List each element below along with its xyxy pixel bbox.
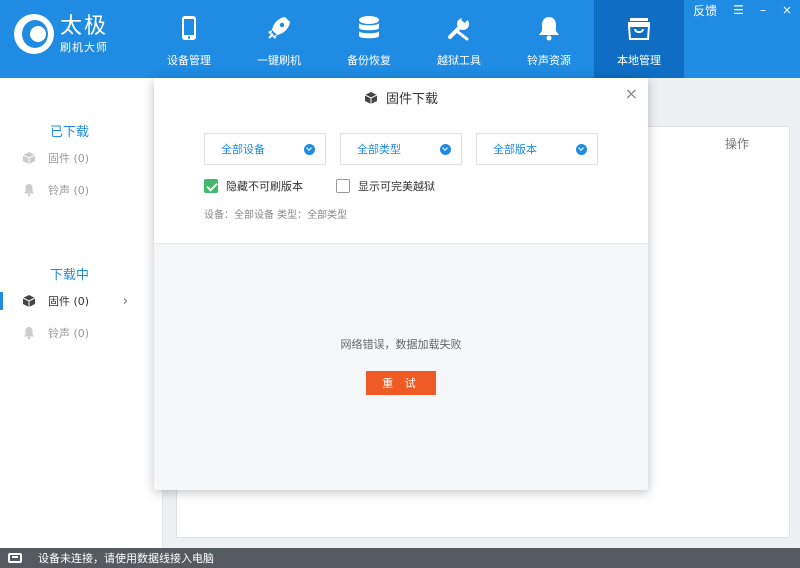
chevron-down-icon [440, 144, 451, 155]
close-icon[interactable]: × [625, 86, 638, 102]
type-select-value: 全部类型 [357, 143, 401, 156]
nav-label: 设备管理 [167, 54, 211, 67]
box-icon [364, 91, 378, 104]
sidebar-item-downloading-firmware[interactable]: 固件 (0) › [22, 291, 142, 311]
database-icon [355, 14, 383, 42]
downloaded-section-title: 已下载 [50, 125, 90, 140]
nav-label: 本地管理 [617, 54, 661, 67]
nav-label: 备份恢复 [347, 54, 391, 67]
nav-device-management[interactable]: 设备管理 [144, 0, 234, 78]
cable-icon [8, 553, 22, 563]
box-icon [22, 295, 36, 307]
active-indicator [0, 292, 3, 310]
logo-title: 太极 [60, 13, 109, 39]
bag-icon [625, 14, 653, 42]
checkbox-label: 隐藏不可刷版本 [226, 180, 303, 193]
show-perfect-jailbreak-checkbox[interactable]: 显示可完美越狱 [336, 178, 435, 194]
connection-status: 设备未连接，请使用数据线接入电脑 [38, 552, 214, 565]
sidebar-item-downloaded-firmware[interactable]: 固件 (0) [22, 148, 142, 168]
bell-icon [24, 184, 34, 197]
window-controls: 反馈 ☰ – × [685, 0, 800, 20]
rocket-icon [265, 14, 293, 42]
nav-one-click-flash[interactable]: 一键刷机 [234, 0, 324, 78]
error-message: 网络错误，数据加载失败 [340, 338, 462, 351]
nav-label: 越狱工具 [437, 54, 481, 67]
type-select[interactable]: 全部类型 [340, 133, 462, 165]
downloading-section-title: 下载中 [50, 268, 90, 283]
menu-icon[interactable]: ☰ [725, 3, 752, 17]
column-header-action: 操作 [724, 137, 749, 151]
close-window-button[interactable]: × [774, 3, 800, 17]
retry-button[interactable]: 重 试 [366, 371, 436, 395]
checkbox-label: 显示可完美越狱 [358, 180, 435, 193]
device-select-value: 全部设备 [221, 143, 265, 156]
nav-backup-restore[interactable]: 备份恢复 [324, 0, 414, 78]
nav-jailbreak-tools[interactable]: 越狱工具 [414, 0, 504, 78]
dialog-title: 固件下载 [154, 88, 648, 107]
chevron-down-icon [304, 144, 315, 155]
sidebar-item-downloaded-ringtone[interactable]: 铃声 (0) [22, 180, 142, 200]
bell-icon [535, 14, 563, 42]
hide-unflashable-checkbox[interactable]: 隐藏不可刷版本 [204, 178, 303, 194]
nav-ringtone-resources[interactable]: 铃声资源 [504, 0, 594, 78]
firmware-download-dialog: 固件下载 × 全部设备 全部类型 全部版本 隐藏不可刷版本 显示可完美越狱 设备… [154, 78, 648, 490]
phone-icon [175, 14, 203, 42]
box-icon [22, 152, 36, 164]
device-select[interactable]: 全部设备 [204, 133, 326, 165]
version-select[interactable]: 全部版本 [476, 133, 598, 165]
filter-summary: 设备：全部设备 类型：全部类型 [204, 210, 348, 221]
main-nav: 设备管理 一键刷机 备份恢复 越狱工具 铃声资源 本地管理 [144, 0, 684, 78]
checkbox-unchecked-icon [336, 179, 350, 193]
sidebar-item-label: 铃声 (0) [48, 184, 90, 197]
bell-icon [24, 327, 34, 340]
status-bar: 设备未连接，请使用数据线接入电脑 [0, 548, 800, 568]
minimize-button[interactable]: – [752, 3, 774, 17]
chevron-down-icon [576, 144, 587, 155]
checkbox-checked-icon [204, 179, 218, 193]
nav-local-management[interactable]: 本地管理 [594, 0, 684, 78]
firmware-list-area: 网络错误，数据加载失败 重 试 [154, 243, 648, 490]
sidebar-item-label: 固件 (0) [48, 295, 90, 308]
sidebar-item-label: 铃声 (0) [48, 327, 90, 340]
chevron-right-icon: › [122, 293, 128, 309]
dialog-title-text: 固件下载 [385, 92, 438, 107]
top-bar: 太极 刷机大师 设备管理 一键刷机 备份恢复 越狱工具 铃声资源 本地管理 反馈… [0, 0, 800, 78]
wrench-icon [445, 14, 473, 42]
app-logo: 太极 刷机大师 [14, 14, 108, 54]
nav-label: 铃声资源 [527, 54, 571, 67]
logo-subtitle: 刷机大师 [60, 40, 108, 54]
version-select-value: 全部版本 [493, 143, 537, 156]
sidebar-item-label: 固件 (0) [48, 152, 90, 165]
feedback-button[interactable]: 反馈 [685, 2, 725, 19]
sidebar-item-downloading-ringtone[interactable]: 铃声 (0) [22, 323, 142, 343]
nav-label: 一键刷机 [257, 54, 301, 67]
sidebar: 已下载 固件 (0) 铃声 (0) 下载中 固件 (0) › 铃声 (0) [0, 78, 163, 548]
taichi-logo-icon [14, 14, 54, 54]
